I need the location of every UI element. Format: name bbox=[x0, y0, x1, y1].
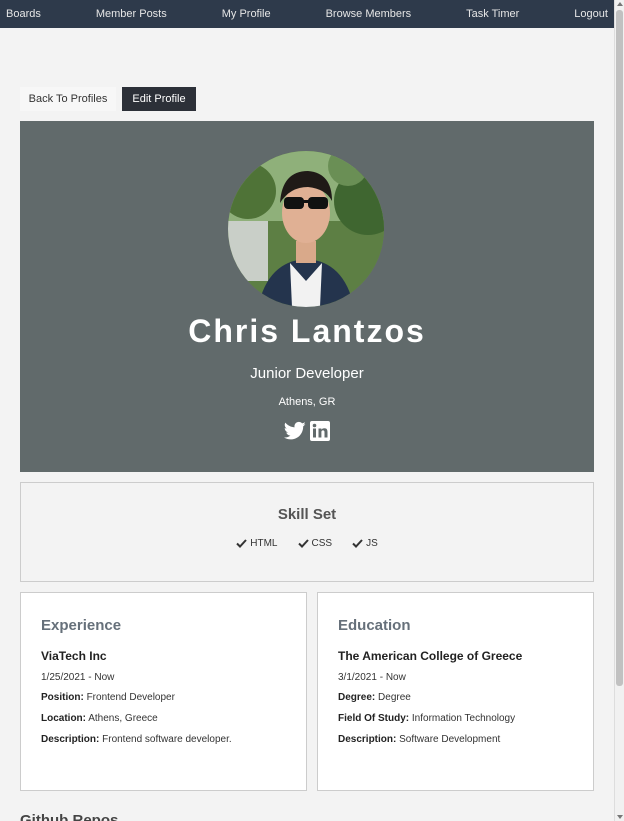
description-label: Description: bbox=[338, 734, 397, 745]
nav-logout[interactable]: Logout bbox=[574, 8, 608, 20]
experience-location: Location: Athens, Greece bbox=[41, 713, 158, 724]
scrollbar-thumb[interactable] bbox=[616, 10, 623, 686]
skill-label: CSS bbox=[311, 538, 333, 549]
position-value: Frontend Developer bbox=[86, 692, 175, 703]
experience-card: Experience ViaTech Inc 1/25/2021 - Now P… bbox=[20, 592, 307, 791]
profile-title: Junior Developer bbox=[250, 365, 364, 382]
skill-set-heading: Skill Set bbox=[277, 506, 337, 523]
page-scrollbar[interactable] bbox=[614, 0, 624, 821]
experience-company: ViaTech Inc bbox=[41, 649, 107, 663]
education-field: Field Of Study: Information Technology bbox=[338, 713, 515, 724]
profile-header: Chris Lantzos Junior Developer Athens, G… bbox=[20, 121, 594, 472]
twitter-icon[interactable] bbox=[284, 421, 306, 441]
education-dates: 3/1/2021 - Now bbox=[338, 672, 406, 683]
degree-value: Degree bbox=[378, 692, 411, 703]
avatar-photo bbox=[228, 151, 384, 307]
skill-item: JS bbox=[352, 538, 378, 549]
avatar bbox=[228, 151, 384, 307]
skill-set-panel: Skill Set HTML CSS JS bbox=[20, 482, 594, 582]
skill-list: HTML CSS JS bbox=[21, 538, 593, 549]
nav-browse-members[interactable]: Browse Members bbox=[326, 8, 412, 20]
scroll-up-arrow-icon[interactable] bbox=[617, 2, 623, 6]
checkmark-icon bbox=[352, 539, 363, 548]
description-label: Description: bbox=[41, 734, 100, 745]
nav-member-posts[interactable]: Member Posts bbox=[96, 8, 167, 20]
social-links bbox=[20, 421, 594, 441]
nav-my-profile[interactable]: My Profile bbox=[222, 8, 271, 20]
edit-profile-button[interactable]: Edit Profile bbox=[122, 87, 196, 111]
experience-heading: Experience bbox=[41, 617, 122, 634]
nav-task-timer[interactable]: Task Timer bbox=[466, 8, 519, 20]
skill-item: HTML bbox=[236, 538, 278, 549]
field-value: Information Technology bbox=[411, 713, 516, 724]
scroll-down-arrow-icon[interactable] bbox=[617, 815, 623, 819]
education-degree: Degree: Degree bbox=[338, 692, 411, 703]
description-value: Frontend software developer. bbox=[102, 734, 232, 745]
location-label: Location: bbox=[41, 713, 86, 724]
experience-description: Description: Frontend software developer… bbox=[41, 734, 232, 745]
checkmark-icon bbox=[297, 539, 309, 548]
position-label: Position: bbox=[41, 692, 84, 703]
skill-label: JS bbox=[366, 538, 378, 549]
top-navbar: Boards Member Posts My Profile Browse Me… bbox=[0, 0, 614, 28]
github-repos-heading: Github Repos bbox=[20, 812, 119, 821]
education-card: Education The American College of Greece… bbox=[317, 592, 594, 791]
education-description: Description: Software Development bbox=[338, 734, 500, 745]
degree-label: Degree: bbox=[338, 692, 376, 703]
description-value: Software Development bbox=[399, 734, 501, 745]
back-to-profiles-button[interactable]: Back To Profiles bbox=[20, 87, 116, 111]
profile-location: Athens, GR bbox=[278, 396, 336, 408]
nav-boards[interactable]: Boards bbox=[6, 8, 41, 20]
checkmark-icon bbox=[236, 539, 248, 548]
skill-item: CSS bbox=[297, 538, 333, 549]
linkedin-icon[interactable] bbox=[310, 421, 330, 441]
education-heading: Education bbox=[338, 617, 411, 634]
experience-dates: 1/25/2021 - Now bbox=[41, 672, 115, 683]
location-value: Athens, Greece bbox=[88, 713, 158, 724]
experience-position: Position: Frontend Developer bbox=[41, 692, 175, 703]
field-label: Field Of Study: bbox=[338, 713, 410, 724]
profile-name: Chris Lantzos bbox=[188, 313, 426, 349]
education-school: The American College of Greece bbox=[338, 649, 523, 663]
skill-label: HTML bbox=[250, 538, 278, 549]
